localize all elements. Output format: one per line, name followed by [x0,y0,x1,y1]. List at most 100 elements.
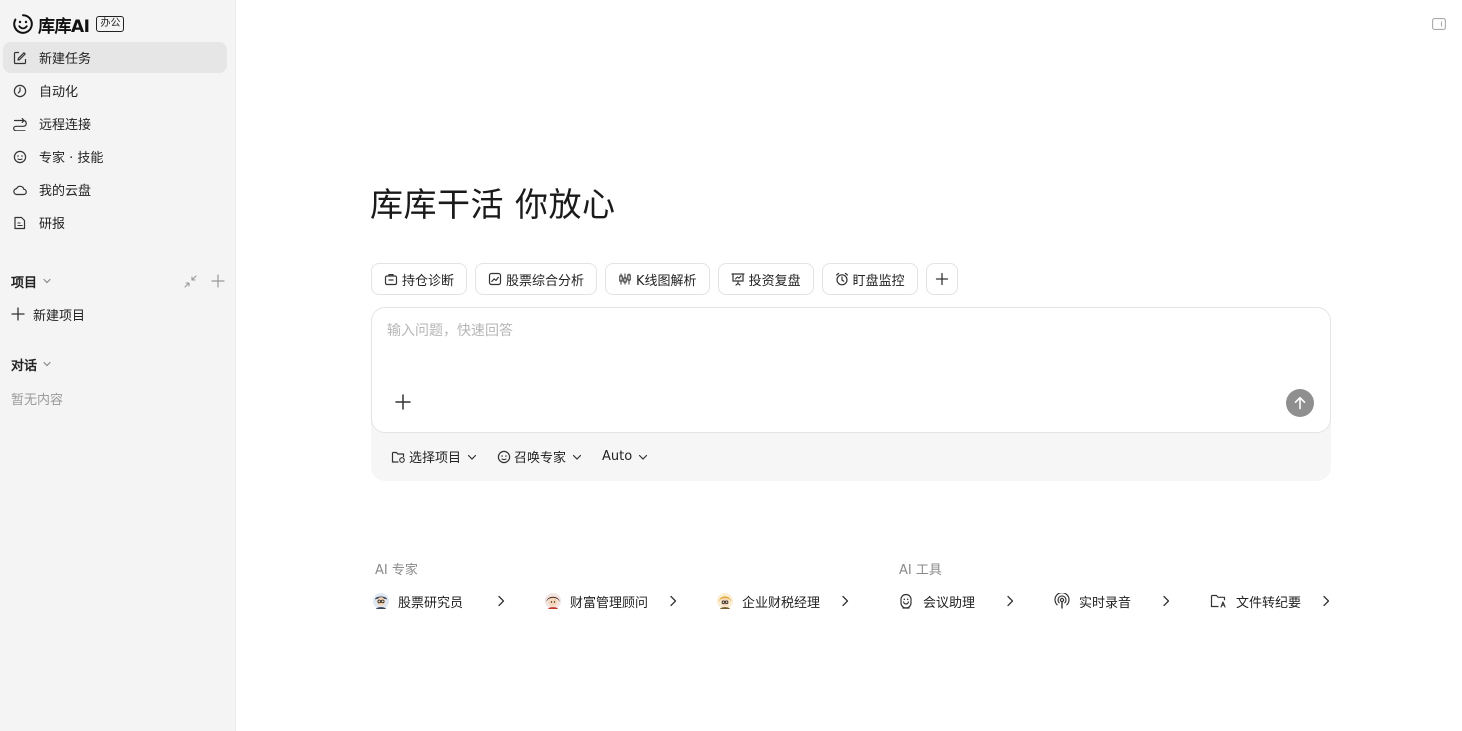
app-name: 库库AI [38,16,90,37]
chip-label: K线图解析 [636,273,697,289]
tax-manager-avatar-icon [716,592,734,610]
expert-icon [497,450,511,464]
chip-label: 盯盘监控 [852,273,905,289]
tool-label: 实时录音 [1079,595,1132,611]
chip-label: 持仓诊断 [402,273,455,289]
presentation-icon [730,272,745,286]
expert-label: 股票研究员 [398,595,464,611]
chevron-down-icon [467,452,477,462]
portfolio-icon [384,272,398,286]
summon-expert-dropdown[interactable]: 召唤专家 [497,447,582,466]
projects-section-header[interactable]: 项目 [11,271,225,291]
summon-expert-label: 召唤专家 [514,451,567,466]
page-headline: 库库干活 你放心 [370,185,616,224]
sidebar-item-label: 专家 · 技能 [39,151,104,166]
projects-actions [184,274,225,288]
chevron-down-icon [42,359,52,369]
chevron-right-icon [1005,595,1015,607]
sidebar-item-label: 我的云盘 [39,184,92,199]
app-logo[interactable]: 库库AI 办公 [12,12,125,37]
chevron-down-icon [572,452,582,462]
ai-tools-title: AI 工具 [899,563,942,578]
chip-market-monitor[interactable]: 盯盘监控 [821,263,918,295]
candlestick-icon [618,272,632,286]
add-project-icon[interactable] [211,274,225,288]
chevron-right-icon [1161,595,1171,607]
arrow-up-icon [1292,395,1308,411]
sidebar-item-label: 新建任务 [39,52,92,67]
model-mode-label: Auto [602,449,633,464]
podcast-icon [1053,592,1071,610]
folder-doc-icon [1210,592,1228,610]
expert-tax-manager[interactable]: 企业财税经理 [716,591,852,611]
sidebar-item-remote-connect[interactable]: 远程连接 [3,108,227,139]
send-button[interactable] [1286,389,1314,417]
app-badge: 办公 [96,16,125,32]
expert-label: 财富管理顾问 [570,595,649,611]
select-project-label: 选择项目 [409,451,462,466]
projects-title: 项目 [11,275,38,291]
chip-label: 投资复盘 [748,273,801,289]
alarm-icon [835,272,849,286]
new-project-label: 新建项目 [33,308,86,324]
chevron-down-icon [638,452,648,462]
conversations-title: 对话 [11,358,38,374]
plus-icon [935,272,949,286]
chip-portfolio-diagnosis[interactable]: 持仓诊断 [371,263,468,295]
select-project-dropdown[interactable]: 选择项目 [391,447,477,466]
tool-file-to-minutes[interactable]: 文件转纪要 [1210,591,1334,611]
sidebar-item-research-report[interactable]: 研报 [3,207,227,238]
tool-live-recording[interactable]: 实时录音 [1053,591,1177,611]
clock-icon [13,84,27,98]
chip-investment-review[interactable]: 投资复盘 [717,263,814,295]
chip-label: 股票综合分析 [506,273,585,289]
tool-label: 文件转纪要 [1236,595,1302,611]
project-folder-icon [391,450,406,464]
sidebar-item-cloud-drive[interactable]: 我的云盘 [3,174,227,205]
ai-experts-title: AI 专家 [375,563,418,578]
chip-stock-analysis[interactable]: 股票综合分析 [475,263,598,295]
sidebar-item-label: 远程连接 [39,118,92,133]
expert-label: 企业财税经理 [742,595,821,611]
sidebar-item-new-task[interactable]: 新建任务 [3,42,227,73]
smiley-logo-icon [12,13,34,35]
meeting-assistant-icon [897,592,915,610]
sidebar-item-automation[interactable]: 自动化 [3,75,227,106]
expert-stock-researcher[interactable]: 股票研究员 [372,591,508,611]
chevron-down-icon [42,276,52,286]
remote-connect-icon [13,117,27,131]
expert-wealth-advisor[interactable]: 财富管理顾问 [544,591,680,611]
composer-container: 选择项目 召唤专家 Auto [371,307,1331,481]
tool-meeting-assistant[interactable]: 会议助理 [897,591,1021,611]
collapse-icon[interactable] [184,274,197,288]
expert-icon [13,150,27,164]
chevron-right-icon [1321,595,1331,607]
question-input[interactable] [387,323,1287,339]
panel-toggle-icon[interactable] [1432,18,1446,30]
chevron-right-icon [668,595,678,607]
attach-plus-icon[interactable] [394,393,412,411]
wealth-advisor-avatar-icon [544,592,562,610]
sidebar-item-label: 研报 [39,217,66,232]
trend-chart-icon [488,272,502,286]
quick-action-chips: 持仓诊断 股票综合分析 K线图解析 投资复盘 盯盘监控 [371,263,958,295]
chevron-right-icon [840,595,850,607]
new-project-button[interactable]: 新建项目 [11,304,85,324]
sidebar: 库库AI 办公 新建任务 自动化 远程连接 专家 · 技能 我的云盘 研报 项目… [0,0,236,731]
chevron-right-icon [496,595,506,607]
composer-box [371,307,1331,433]
conversations-section-header[interactable]: 对话 [11,354,225,374]
model-mode-dropdown[interactable]: Auto [602,449,648,464]
add-chip-button[interactable] [925,263,958,295]
stock-researcher-avatar-icon [372,592,390,610]
sidebar-item-experts-skills[interactable]: 专家 · 技能 [3,141,227,172]
tool-label: 会议助理 [923,595,976,611]
sidebar-item-label: 自动化 [39,85,79,100]
report-icon [13,216,27,230]
cloud-icon [13,183,27,197]
sidebar-nav: 新建任务 自动化 远程连接 专家 · 技能 我的云盘 研报 [3,42,227,240]
chip-kline-analysis[interactable]: K线图解析 [605,263,710,295]
plus-icon [11,307,25,321]
composer-options: 选择项目 召唤专家 Auto [391,447,648,466]
conversations-empty-note: 暂无内容 [11,393,64,408]
